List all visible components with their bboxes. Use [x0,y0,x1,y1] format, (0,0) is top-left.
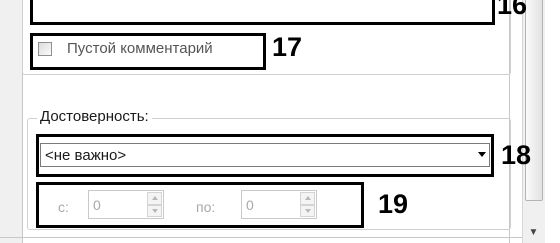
callout-number-19: 19 [378,189,409,219]
highlight-box-17 [30,33,266,70]
scroll-down-button[interactable]: ▼ [523,222,544,242]
reliability-legend: Достоверность: [37,108,152,125]
callout-number-17: 17 [272,32,303,62]
panel-bottom-line [0,237,522,238]
callout-number-18: 18 [501,140,532,170]
vertical-scrollbar[interactable]: ▼ [522,0,545,243]
highlight-box-16 [30,0,495,25]
panel-left-edge [0,0,23,243]
highlight-box-19 [36,182,364,228]
triangle-down-icon: ▼ [528,226,539,238]
scroll-thumb[interactable] [525,0,543,201]
callout-number-16: 16 [497,0,528,20]
highlight-box-18 [36,134,494,177]
